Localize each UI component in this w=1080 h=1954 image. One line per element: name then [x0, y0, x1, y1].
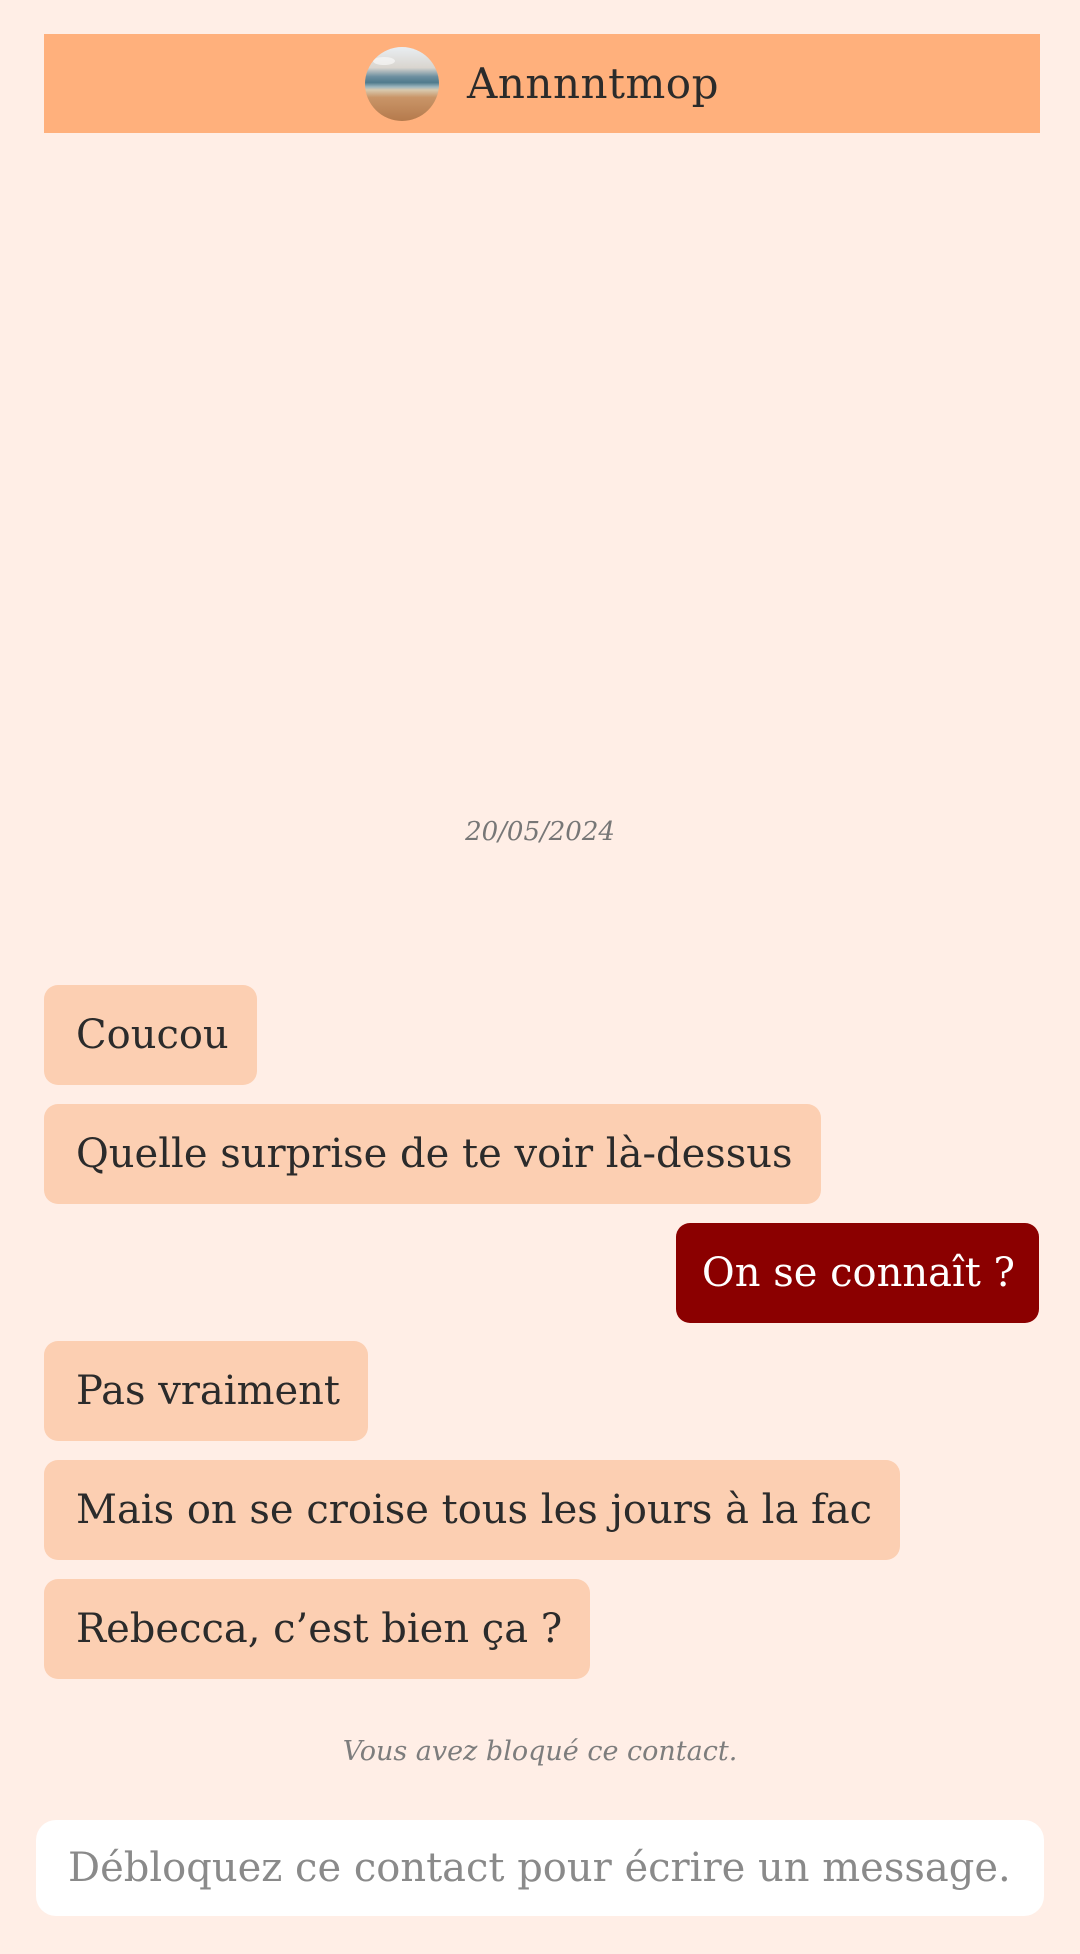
message-bubble[interactable]: Coucou [44, 985, 257, 1085]
contact-name[interactable]: Annnntmop [467, 59, 719, 108]
conversation-date: 20/05/2024 [465, 817, 615, 847]
message-bubble[interactable]: Pas vraiment [44, 1341, 369, 1441]
contact-avatar[interactable] [365, 46, 440, 121]
message-bubble-own[interactable]: On se connaît ? [675, 1223, 1039, 1323]
message-input[interactable]: Débloquez ce contact pour écrire un mess… [36, 1820, 1044, 1916]
message-bubble[interactable]: Quelle surprise de te voir là-dessus [44, 1104, 821, 1204]
message-bubble[interactable]: Rebecca, c’est bien ça ? [44, 1579, 591, 1679]
message-bubble[interactable]: Mais on se croise tous les jours à la fa… [44, 1460, 901, 1560]
chat-header: Annnntmop [44, 34, 1040, 133]
blocked-contact-notice: Vous avez bloqué ce contact. [342, 1736, 738, 1767]
message-input-placeholder: Débloquez ce contact pour écrire un mess… [68, 1845, 1011, 1891]
avatar-highlight [373, 56, 396, 65]
